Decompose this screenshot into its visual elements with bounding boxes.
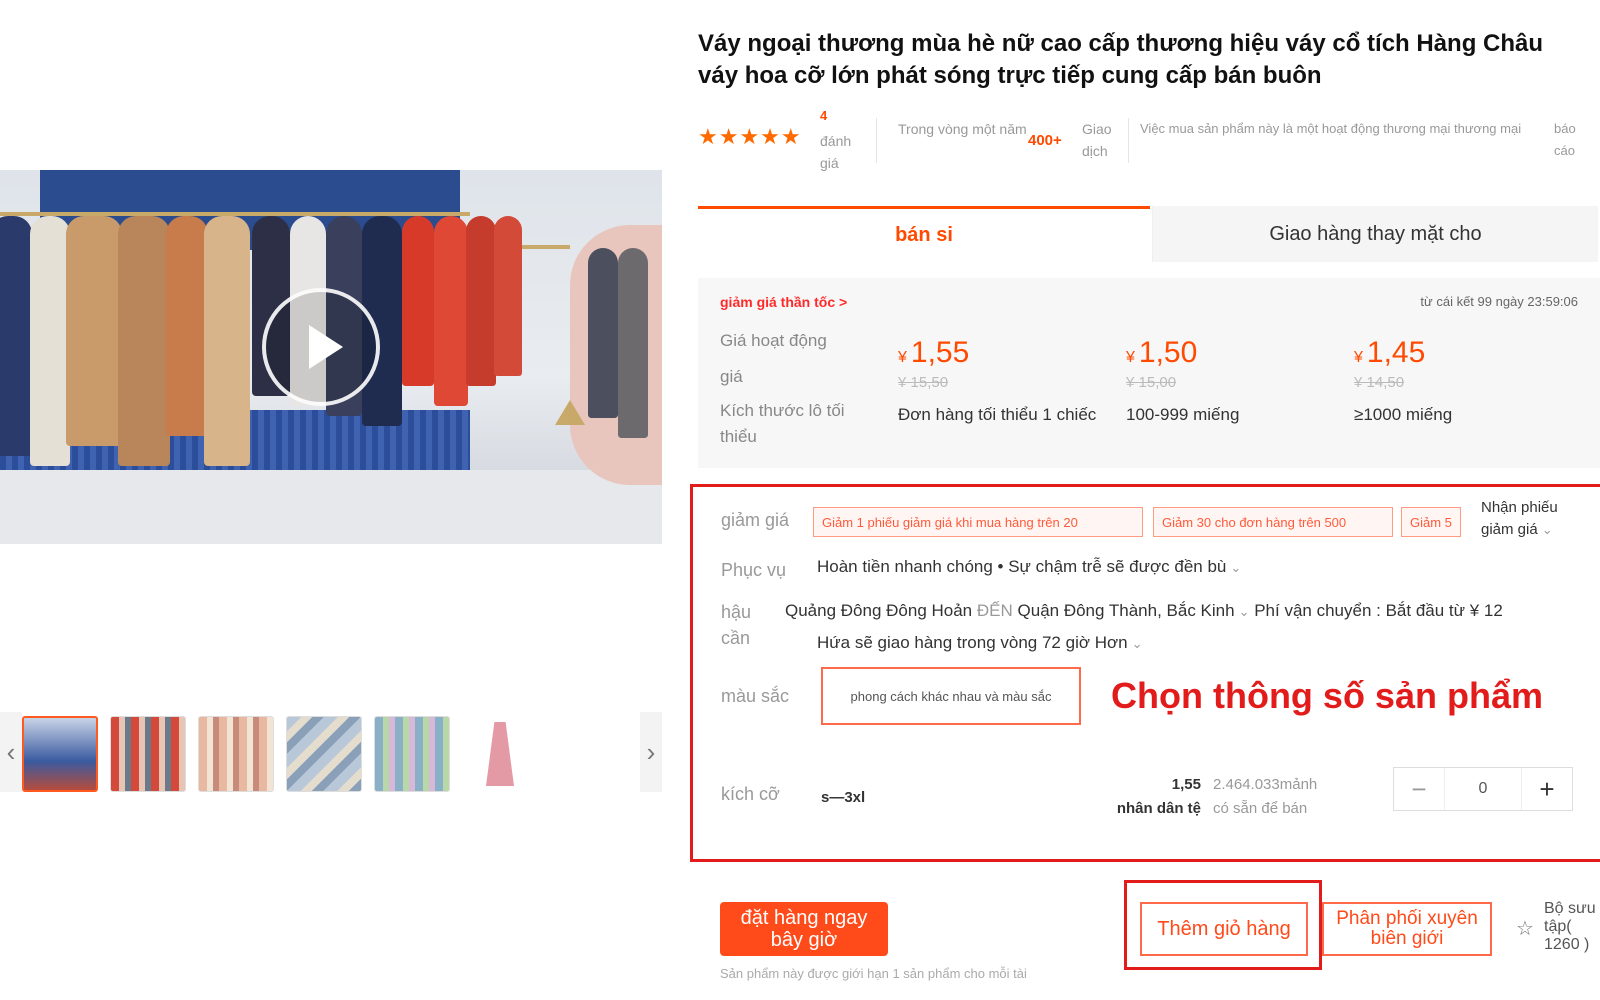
thumbnail[interactable]	[462, 716, 538, 792]
divider	[1128, 118, 1129, 163]
flash-sale-link[interactable]: giảm giá thần tốc >	[720, 294, 847, 310]
coat	[466, 216, 496, 386]
coat	[30, 216, 70, 466]
order-limit-note: Sản phẩm này được giới hạn 1 sản phẩm ch…	[720, 966, 1027, 981]
product-main-image[interactable]	[0, 170, 662, 544]
coupon-tag[interactable]: Giảm 1 phiếu giảm giá khi mua hàng trên …	[813, 507, 1143, 537]
coat	[166, 216, 208, 436]
min-batch-label-2: thiểu	[720, 427, 757, 446]
coat	[434, 216, 468, 406]
tier-min-qty: Đơn hàng tối thiểu 1 chiếc	[898, 405, 1097, 424]
report-link[interactable]: báo cáo	[1554, 118, 1594, 162]
chevron-down-icon: ⌄	[1230, 560, 1242, 575]
thumb-prev-arrow[interactable]: ‹	[0, 712, 22, 792]
thumb-next-arrow[interactable]: ›	[640, 712, 662, 792]
review-count[interactable]: 4	[820, 108, 827, 123]
delivery-more-link[interactable]: Hơn	[1095, 633, 1128, 652]
logistics-label-2: cần	[721, 628, 751, 648]
order-now-button[interactable]: đặt hàng ngay bây giờ	[720, 902, 888, 956]
annotation-text: Chọn thông số sản phẩm	[1111, 675, 1543, 716]
thumbnail-video[interactable]	[22, 716, 98, 792]
thumbnail[interactable]	[198, 716, 274, 792]
tier-original-price: ¥ 15,50	[898, 374, 949, 391]
transaction-count: 400+	[1028, 132, 1062, 149]
get-coupon-button[interactable]: Nhận phiếu giảm giá ⌄	[1481, 497, 1581, 541]
activity-price-label: Giá hoạt động	[720, 331, 827, 350]
thumbnail[interactable]	[110, 716, 186, 792]
spec-selection-highlight: giảm giá Giảm 1 phiếu giảm giá khi mua h…	[690, 484, 1600, 862]
size-value: s—3xl	[821, 789, 866, 806]
coat	[204, 216, 250, 466]
play-video-button[interactable]	[262, 288, 380, 406]
star-rating-icon: ★★★★★	[698, 124, 802, 149]
rating-row: ★★★★★ 4 đánh giá Trong vòng một năm 400+…	[698, 108, 1598, 178]
activity-price-label-2: giá	[720, 367, 743, 386]
coat	[494, 216, 522, 376]
thumbnail[interactable]	[286, 716, 362, 792]
price-tier: ¥1,45 ¥ 14,50 ≥1000 miếng	[1354, 336, 1584, 425]
chevron-down-icon: ⌄	[1541, 522, 1553, 537]
color-option[interactable]: phong cách khác nhau và màu sắc	[821, 667, 1081, 725]
coupon-tag[interactable]: Giảm 5	[1401, 507, 1461, 537]
transaction-label: Giao dịch	[1082, 121, 1112, 159]
to-location[interactable]: Quận Đông Thành, Bắc Kinh	[1018, 601, 1235, 620]
chevron-down-icon[interactable]: ⌄	[1239, 604, 1250, 619]
tier-price: ¥1,45	[1354, 336, 1426, 369]
logistics-label: hậu	[721, 602, 752, 622]
within-year-label: Trong vòng một năm	[898, 121, 1027, 137]
to-word: ĐẾN	[976, 601, 1013, 620]
cross-border-distribution-button[interactable]: Phân phối xuyên biên giới	[1322, 902, 1492, 956]
purchase-tabs: bán si Giao hàng thay mặt cho	[698, 206, 1600, 262]
coupon-tag[interactable]: Giảm 30 cho đơn hàng trên 500	[1153, 507, 1393, 537]
floor	[0, 470, 662, 544]
add-to-cart-button[interactable]: Thêm giỏ hàng	[1140, 902, 1308, 956]
price-tier: ¥1,50 ¥ 15,00 100-999 miếng	[1126, 336, 1356, 425]
stock-available: 2.464.033mảnh có sẵn để bán	[1213, 776, 1318, 817]
size-price: 1,55 nhân dân tệ	[1116, 776, 1201, 817]
tier-min-qty: ≥1000 miếng	[1354, 405, 1453, 424]
logistics-route: Quảng Đông Đông Hoản ĐẾN Quận Đông Thành…	[785, 601, 1503, 621]
discount-label: giảm giá	[721, 510, 790, 530]
quantity-stepper: − 0 +	[1393, 767, 1573, 811]
thumbnail[interactable]	[374, 716, 450, 792]
tier-original-price: ¥ 14,50	[1354, 374, 1405, 391]
color-label: màu sắc	[721, 686, 790, 706]
qty-plus-button[interactable]: +	[1522, 774, 1572, 805]
service-label: Phục vụ	[721, 560, 787, 580]
tier-price: ¥1,55	[898, 336, 970, 369]
size-label: kích cỡ	[721, 784, 780, 804]
tier-original-price: ¥ 15,00	[1126, 374, 1177, 391]
price-tier: ¥1,55 ¥ 15,50 Đơn hàng tối thiểu 1 chiếc	[898, 336, 1128, 425]
coat	[588, 248, 618, 418]
thumbnail-strip: ‹ ›	[0, 712, 662, 796]
coat	[618, 248, 648, 438]
collection-label: Bộ sưu tập( 1260 )	[1544, 900, 1596, 953]
pink-dress-icon	[486, 722, 514, 786]
coat	[118, 216, 170, 466]
shipping-fee: Phí vận chuyển : Bắt đầu từ ¥ 12	[1254, 601, 1503, 620]
product-title: Váy ngoại thương mùa hè nữ cao cấp thươn…	[698, 30, 1544, 89]
service-text[interactable]: Hoàn tiền nhanh chóng • Sự chậm trễ sẽ đ…	[817, 557, 1241, 577]
tab-wholesale[interactable]: bán si	[698, 206, 1150, 262]
tab-dropship[interactable]: Giao hàng thay mặt cho	[1152, 206, 1598, 262]
coat	[0, 216, 32, 456]
tier-price: ¥1,50	[1126, 336, 1198, 369]
review-label[interactable]: đánh giá	[820, 130, 864, 174]
delivery-promise: Hứa sẽ giao hàng trong vòng 72 giờ Hơn ⌄	[817, 633, 1143, 652]
qty-input[interactable]: 0	[1444, 768, 1522, 810]
commercial-note: Việc mua sản phẩm này là một hoạt động t…	[1140, 121, 1522, 136]
from-location: Quảng Đông Đông Hoản	[785, 601, 973, 620]
min-batch-label: Kích thước lô tối	[720, 401, 845, 420]
tier-min-qty: 100-999 miếng	[1126, 405, 1240, 424]
sale-countdown: từ cái kết 99 ngày 23:59:06	[1420, 294, 1578, 309]
divider	[876, 118, 877, 163]
coat	[66, 216, 122, 446]
qty-minus-button[interactable]: −	[1394, 774, 1444, 805]
chevron-down-icon[interactable]: ⌄	[1132, 636, 1143, 651]
coat	[402, 216, 434, 386]
star-outline-icon: ☆	[1516, 918, 1534, 940]
price-panel: giảm giá thần tốc > từ cái kết 99 ngày 2…	[698, 278, 1600, 468]
